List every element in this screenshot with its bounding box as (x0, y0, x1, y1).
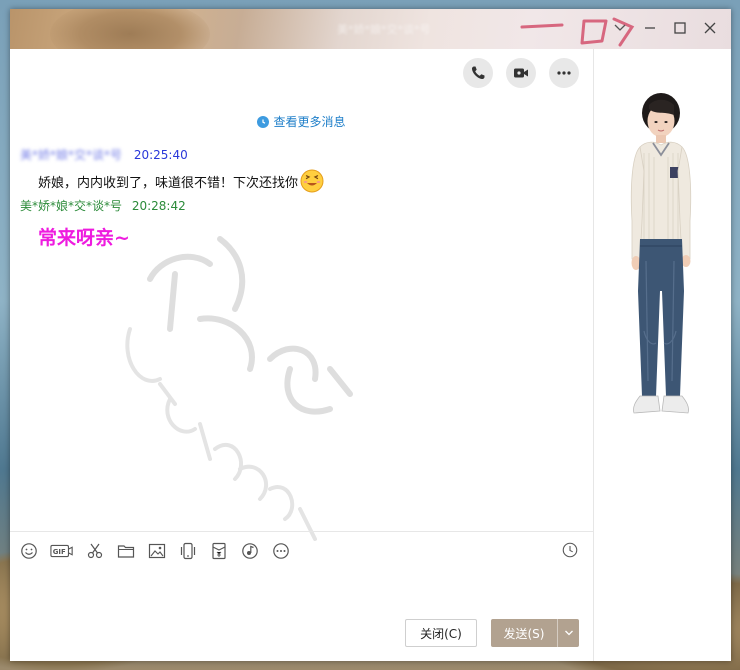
watermark-image (125, 236, 353, 541)
phone-icon (471, 66, 485, 80)
view-more-messages-label: 查看更多消息 (273, 115, 346, 129)
video-icon (514, 68, 528, 78)
close-button-label: 关闭(C) (420, 626, 462, 641)
screenshot-button[interactable] (84, 541, 106, 561)
red-packet-button[interactable] (208, 541, 230, 561)
message-history-button[interactable] (561, 541, 581, 561)
video-call-button[interactable] (506, 58, 536, 88)
window-title: 美*娇*娘*交*谈*号 (337, 23, 431, 36)
clock-icon (257, 115, 270, 128)
chat-window: 美*娇*娘*交*谈*号 查看更多消息 美*娇*娘*交*谈*号 20:25:40 … (10, 9, 731, 661)
send-file-button[interactable] (115, 541, 137, 561)
window-menu-button[interactable] (607, 15, 633, 41)
chat-pane: 查看更多消息 美*娇*娘*交*谈*号 20:25:40 娇娘，内内收到了，味道很… (10, 49, 593, 661)
smile-face-icon (300, 169, 324, 193)
title-decoration (50, 9, 210, 49)
shake-button[interactable] (177, 541, 199, 561)
maximize-icon (674, 22, 686, 34)
more-icon (557, 71, 571, 75)
more-tools-icon (273, 543, 289, 559)
message-meta: 美*娇*娘*交*谈*号 20:25:40 (20, 146, 188, 163)
gif-icon: GIF (50, 544, 73, 558)
more-options-button[interactable] (549, 58, 579, 88)
message-time: 20:25:40 (133, 148, 188, 162)
message-text: 常来呀亲~ (38, 227, 130, 249)
chevron-down-icon (614, 24, 626, 31)
folder-icon (117, 545, 135, 558)
send-options-dropdown[interactable] (557, 619, 579, 647)
red-packet-icon (212, 542, 226, 560)
image-icon (148, 543, 166, 559)
chevron-down-icon (564, 630, 573, 636)
maximize-button[interactable] (667, 15, 693, 41)
message-bubble[interactable]: 娇娘，内内收到了，味道很不错！下次还找你 (38, 167, 324, 195)
close-button[interactable]: 关闭(C) (405, 619, 477, 647)
sender-name: 美*娇*娘*交*谈*号 (20, 199, 123, 213)
side-panel (593, 49, 731, 661)
emoji-button[interactable] (18, 541, 40, 561)
title-bar[interactable]: 美*娇*娘*交*谈*号 (10, 9, 731, 49)
input-toolbar: GIF (10, 531, 593, 567)
voice-call-button[interactable] (463, 58, 493, 88)
emoji-icon (21, 543, 37, 559)
message-bubble[interactable]: 常来呀亲~ (38, 223, 130, 250)
message-time: 20:28:42 (131, 199, 186, 213)
minimize-button[interactable] (637, 15, 663, 41)
music-button[interactable] (239, 541, 261, 561)
music-icon (242, 543, 258, 559)
gif-button[interactable]: GIF (49, 541, 75, 561)
shake-icon (180, 542, 196, 560)
send-image-button[interactable] (146, 541, 168, 561)
avatar-figure[interactable] (616, 91, 706, 431)
message-meta: 美*娇*娘*交*谈*号 20:28:42 (20, 197, 186, 214)
history-clock-icon (562, 542, 578, 558)
message-input[interactable] (10, 567, 593, 617)
minimize-icon (645, 27, 655, 29)
close-window-button[interactable] (697, 15, 723, 41)
view-more-messages-link[interactable]: 查看更多消息 (10, 113, 593, 130)
scissors-icon (87, 543, 103, 559)
gif-label: GIF (53, 548, 66, 556)
call-buttons (463, 58, 579, 88)
more-tools-button[interactable] (270, 541, 292, 561)
message-text: 娇娘，内内收到了，味道很不错！下次还找你 (38, 175, 299, 191)
sender-name: 美*娇*娘*交*谈*号 (20, 148, 123, 162)
send-button[interactable]: 发送(S) (491, 619, 579, 647)
close-icon (704, 22, 716, 34)
send-button-label: 发送(S) (503, 626, 545, 641)
